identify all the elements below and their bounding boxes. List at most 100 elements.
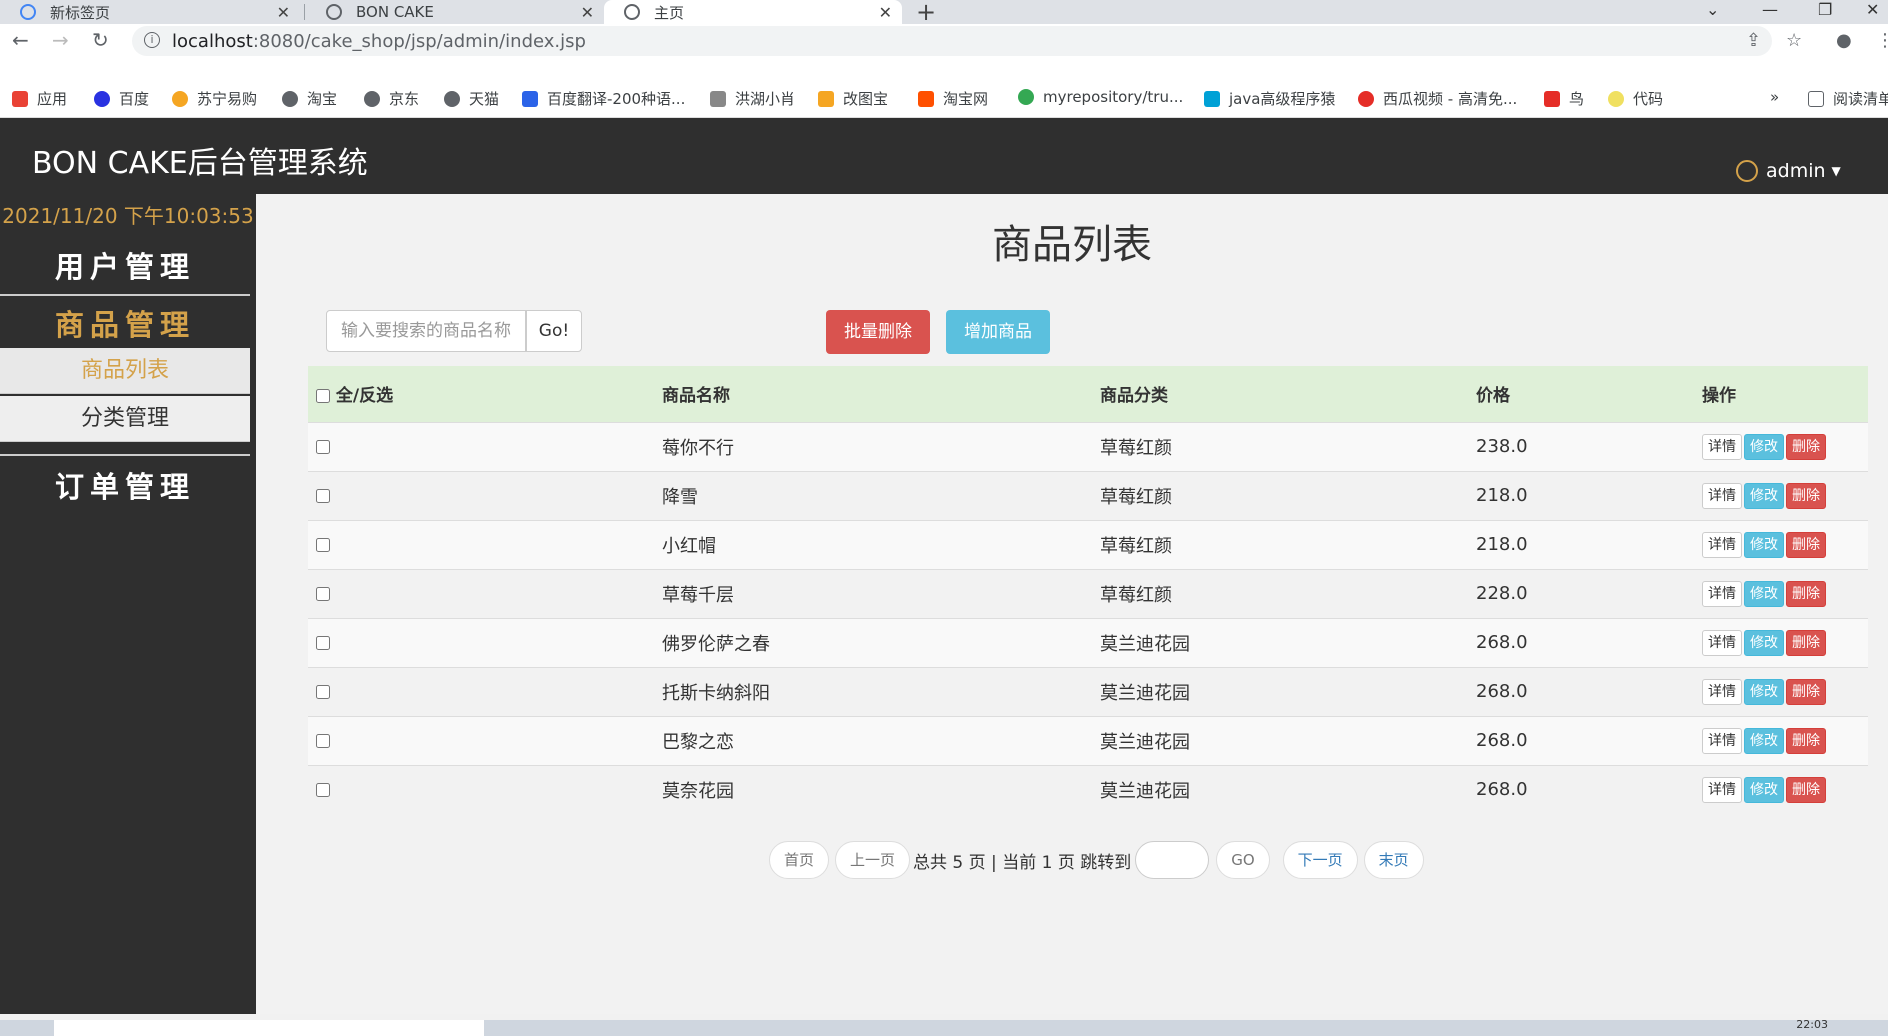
detail-button[interactable]: 详情 [1702, 776, 1742, 803]
product-price-cell: 268.0 [1476, 681, 1528, 702]
search-go-button[interactable]: Go! [526, 310, 582, 352]
bookmark-suning[interactable]: 苏宁易购 [172, 88, 257, 109]
bookmark-myrepository[interactable]: myrepository/tru... [1018, 88, 1183, 106]
row-checkbox[interactable] [316, 489, 330, 503]
detail-button[interactable]: 详情 [1702, 629, 1742, 656]
row-checkbox[interactable] [316, 685, 330, 699]
row-checkbox[interactable] [316, 783, 330, 798]
browser-tab-active[interactable]: 主页 ✕ [604, 0, 902, 24]
bookmark-java[interactable]: java高级程序猿 [1204, 88, 1335, 109]
user-dropdown[interactable]: admin ▼ [1736, 160, 1841, 182]
row-checkbox[interactable] [316, 538, 330, 552]
bookmark-label: 西瓜视频 - 高清免... [1383, 90, 1518, 108]
bookmark-xigua[interactable]: 西瓜视频 - 高清免... [1358, 88, 1517, 109]
detail-button[interactable]: 详情 [1702, 531, 1742, 558]
close-tab-icon[interactable]: ✕ [277, 3, 290, 22]
jump-page-input[interactable] [1135, 841, 1210, 879]
reading-list-label: 阅读清单 [1833, 90, 1888, 108]
site-info-icon[interactable]: i [144, 32, 160, 48]
detail-button[interactable]: 详情 [1702, 433, 1742, 460]
restore-icon[interactable]: ❐ [1818, 0, 1832, 19]
detail-button[interactable]: 详情 [1702, 727, 1742, 754]
delete-button[interactable]: 删除 [1786, 482, 1826, 509]
close-window-icon[interactable]: ✕ [1866, 0, 1879, 19]
edit-button[interactable]: 修改 [1744, 629, 1784, 656]
sidebar-item-category-management[interactable]: 分类管理 [0, 396, 250, 442]
menu-dots-icon[interactable]: ⋮ [1876, 30, 1888, 51]
edit-button[interactable]: 修改 [1744, 531, 1784, 558]
edit-button[interactable]: 修改 [1744, 433, 1784, 460]
close-tab-icon[interactable]: ✕ [879, 3, 892, 22]
page-info: 总共 5 页 | 当前 1 页 跳转到 [913, 852, 1132, 873]
prev-page-button[interactable]: 上一页 [835, 841, 911, 879]
first-page-button[interactable]: 首页 [769, 841, 830, 879]
delete-button[interactable]: 删除 [1786, 727, 1826, 754]
delete-button[interactable]: 删除 [1786, 531, 1826, 558]
row-checkbox[interactable] [316, 734, 330, 748]
bookmark-label: 京东 [389, 90, 420, 108]
batch-delete-button[interactable]: 批量删除 [826, 310, 930, 354]
row-actions-cell: 详情 修改 删除 [1694, 667, 1868, 716]
bookmark-taobaowang[interactable]: 淘宝网 [918, 88, 988, 109]
edit-button[interactable]: 修改 [1744, 678, 1784, 705]
bookmarks-more[interactable]: » [1770, 88, 1779, 106]
bookmark-gaitubao[interactable]: 改图宝 [818, 88, 888, 109]
bookmark-tmall[interactable]: 天猫 [444, 88, 499, 109]
row-actions-cell: 详情 修改 删除 [1694, 422, 1868, 471]
table-row: 佛罗伦萨之春 莫兰迪花园 268.0 详情 修改 删除 [308, 618, 1868, 667]
edit-button[interactable]: 修改 [1744, 727, 1784, 754]
menu-product-management[interactable]: 商品管理 [0, 302, 250, 344]
bilibili-icon [1204, 90, 1220, 107]
delete-button[interactable]: 删除 [1786, 678, 1826, 705]
sidebar-item-product-list[interactable]: 商品列表 [0, 348, 250, 394]
product-category-cell: 莫兰迪花园 [1100, 731, 1190, 753]
bookmark-baidu[interactable]: 百度 [94, 88, 149, 109]
jump-go-button[interactable]: GO [1216, 841, 1270, 879]
row-checkbox[interactable] [316, 440, 330, 454]
bookmark-jd[interactable]: 京东 [364, 88, 419, 109]
add-product-button[interactable]: 增加商品 [946, 310, 1050, 354]
browser-tab[interactable]: BON CAKE ✕ [306, 0, 604, 24]
bookmark-code[interactable]: 代码 [1608, 88, 1663, 109]
reading-list[interactable]: 阅读清单 [1808, 88, 1888, 109]
last-page-button[interactable]: 末页 [1363, 841, 1424, 879]
bookmark-honghu[interactable]: 洪湖小肖 [710, 88, 795, 109]
row-checkbox[interactable] [316, 636, 330, 650]
search-input[interactable]: 输入要搜索的商品名称 [326, 310, 526, 352]
minimize-icon[interactable]: — [1762, 0, 1778, 19]
delete-button[interactable]: 删除 [1786, 776, 1826, 803]
detail-button[interactable]: 详情 [1702, 678, 1742, 705]
bookmark-niao[interactable]: 鸟 [1544, 88, 1584, 109]
bookmark-baidu-translate[interactable]: 百度翻译-200种语... [522, 88, 685, 109]
reload-icon[interactable]: ↻ [92, 28, 109, 52]
back-arrow-icon[interactable]: ← [12, 28, 29, 52]
star-icon[interactable]: ☆ [1786, 30, 1802, 51]
new-tab-plus-icon[interactable]: + [916, 0, 936, 26]
detail-button[interactable]: 详情 [1702, 580, 1742, 607]
more-chevron-icon: » [1770, 88, 1780, 106]
detail-button[interactable]: 详情 [1702, 482, 1742, 509]
tab-search-icon[interactable]: ⌄ [1706, 0, 1719, 19]
row-checkbox[interactable] [316, 587, 330, 601]
delete-button[interactable]: 删除 [1786, 580, 1826, 607]
delete-button[interactable]: 删除 [1786, 629, 1826, 656]
browser-tab[interactable]: 新标签页 ✕ [0, 0, 300, 24]
menu-order-management[interactable]: 订单管理 [0, 464, 250, 506]
share-icon[interactable]: ⇪ [1746, 30, 1761, 51]
forward-arrow-icon[interactable]: → [52, 28, 69, 52]
edit-button[interactable]: 修改 [1744, 776, 1784, 803]
row-actions-cell: 详情 修改 删除 [1694, 520, 1868, 569]
edit-button[interactable]: 修改 [1744, 482, 1784, 509]
select-all-checkbox[interactable] [316, 389, 330, 404]
edit-button[interactable]: 修改 [1744, 580, 1784, 607]
select-all-label: 全/反选 [335, 386, 394, 407]
bookmark-taobao[interactable]: 淘宝 [282, 88, 337, 109]
delete-button[interactable]: 删除 [1786, 433, 1826, 460]
bookmark-apps[interactable]: 应用 [12, 88, 67, 109]
url-bar[interactable]: i localhost:8080/cake_shop/jsp/admin/ind… [132, 26, 1772, 56]
taskbar-search-box[interactable] [54, 1020, 484, 1036]
close-tab-icon[interactable]: ✕ [581, 3, 594, 22]
menu-user-management[interactable]: 用户管理 [0, 244, 250, 286]
profile-icon[interactable]: ● [1836, 30, 1852, 51]
next-page-button[interactable]: 下一页 [1282, 841, 1358, 879]
